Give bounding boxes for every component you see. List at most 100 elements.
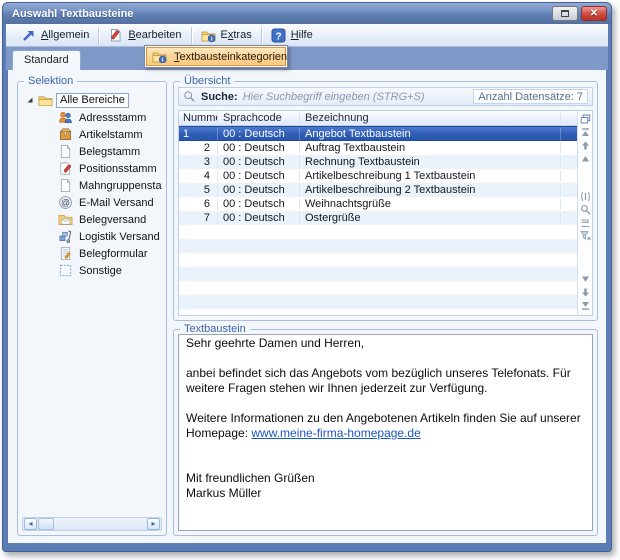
table-row[interactable]: 6 00 : Deutsch Weihnachtsgrüße	[179, 197, 577, 211]
svg-text:@: @	[61, 198, 70, 208]
table-header-row: Nummer Sprachcode Bezeichnung	[179, 111, 577, 126]
tree-item-belegformular[interactable]: Belegformular	[22, 245, 162, 262]
menubar: Allgemein Bearbeiten Extras ? Hilfe	[6, 24, 608, 47]
folder-info-icon	[152, 49, 167, 64]
page-up-icon[interactable]	[580, 140, 591, 151]
tree-item-adressstamm[interactable]: Adressstamm	[22, 109, 162, 126]
tree-item-label: E-Mail Versand	[79, 197, 154, 209]
summary-icon[interactable]	[580, 217, 591, 228]
email-at-icon: @	[58, 195, 73, 210]
handtruck-icon	[58, 229, 73, 244]
paragraph-1: anbei befindet sich das Angebots vom bez…	[186, 366, 585, 396]
empty-row	[179, 309, 577, 315]
expander-icon[interactable]	[26, 96, 35, 105]
menu-extras[interactable]: Extras	[192, 26, 261, 45]
record-count-badge: Anzahl Datensätze: 7	[473, 89, 588, 104]
selektion-group-title: Selektion	[24, 75, 77, 87]
close-button[interactable]: ✕	[581, 6, 607, 21]
copy-rows-icon[interactable]	[580, 114, 591, 125]
document-icon	[58, 144, 73, 159]
tree-item-email-versand[interactable]: @ E-Mail Versand	[22, 194, 162, 211]
tree-item-label: Artikelstamm	[79, 129, 143, 141]
empty-row	[179, 281, 577, 295]
column-header-nummer[interactable]: Nummer	[179, 111, 218, 125]
folder-icon	[38, 93, 53, 108]
scrollbar-thumb[interactable]	[38, 518, 54, 530]
fit-columns-icon[interactable]	[580, 191, 591, 202]
app-window: Auswahl Textbausteine ✕ Allgemein Bearbe…	[2, 2, 612, 552]
paragraph-2: Weitere Informationen zu den Angebotenen…	[186, 411, 585, 441]
arrow-up-right-icon	[21, 28, 36, 43]
tree-item-label: Belegformular	[79, 248, 147, 260]
tabstrip: Standard	[6, 47, 608, 70]
table-row[interactable]: 1 00 : Deutsch Angebot Textbaustein	[179, 126, 577, 141]
tree-item-label: Logistik Versand	[79, 231, 160, 243]
tree-item-artikelstamm[interactable]: Artikelstamm	[22, 126, 162, 143]
empty-row	[179, 225, 577, 239]
menu-hilfe[interactable]: ? Hilfe	[262, 26, 322, 45]
tree-item-mahngruppenstamm[interactable]: Mahngruppenstamm	[22, 177, 162, 194]
tree-item-belegversand[interactable]: Belegversand	[22, 211, 162, 228]
filter-icon[interactable]	[580, 230, 591, 241]
column-header-bezeichnung[interactable]: Bezeichnung	[300, 111, 561, 125]
bereich-tree: Alle Bereiche Adressstamm Artikelstamm	[22, 92, 162, 513]
closing-line-2: Markus Müller	[186, 486, 585, 501]
scroll-left-button[interactable]: ◂	[24, 518, 37, 530]
search-label: Suche:	[201, 91, 238, 103]
empty-row	[179, 267, 577, 281]
empty-row	[179, 253, 577, 267]
table-row[interactable]: 3 00 : Deutsch Rechnung Textbaustein	[179, 155, 577, 169]
tree-item-label: Mahngruppenstamm	[79, 180, 162, 192]
window-title: Auswahl Textbausteine	[12, 8, 549, 20]
textbaustein-content[interactable]: Sehr geehrte Damen und Herren, anbei bef…	[178, 334, 593, 531]
svg-text:?: ?	[275, 31, 281, 42]
search-input[interactable]: Hier Suchbegriff eingeben (STRG+S)	[243, 91, 425, 103]
textbaustein-table: Nummer Sprachcode Bezeichnung 1 00 : Deu…	[178, 110, 593, 316]
tree-item-logistik-versand[interactable]: Logistik Versand	[22, 228, 162, 245]
table-row[interactable]: 4 00 : Deutsch Artikelbeschreibung 1 Tex…	[179, 169, 577, 183]
menu-bearbeiten[interactable]: Bearbeiten	[99, 26, 190, 45]
extras-dropdown-menu: Textbausteinkategorien	[144, 45, 288, 68]
scroll-right-button[interactable]: ▸	[147, 518, 160, 530]
help-icon: ?	[271, 28, 286, 43]
tab-page-standard: Selektion Alle Bereiche Adressstamm	[8, 70, 606, 543]
table-row[interactable]: 2 00 : Deutsch Auftrag Textbaustein	[179, 141, 577, 155]
next-row-icon[interactable]	[580, 274, 591, 285]
tree-item-positionsstamm[interactable]: Positionsstamm	[22, 160, 162, 177]
folder-mail-icon	[58, 212, 73, 227]
last-row-icon[interactable]	[580, 300, 591, 311]
tree-item-alle-bereiche[interactable]: Alle Bereiche	[22, 92, 162, 109]
column-header-sprachcode[interactable]: Sprachcode	[218, 111, 300, 125]
empty-row	[179, 239, 577, 253]
page-down-icon[interactable]	[580, 287, 591, 298]
restore-button[interactable]	[552, 6, 578, 21]
contacts-icon	[58, 110, 73, 125]
dashed-box-icon	[58, 263, 73, 278]
tree-item-label: Belegstamm	[79, 146, 140, 158]
zoom-icon[interactable]	[580, 204, 591, 215]
first-row-icon[interactable]	[580, 127, 591, 138]
search-bar[interactable]: Suche: Hier Suchbegriff eingeben (STRG+S…	[178, 87, 593, 106]
prev-row-icon[interactable]	[580, 153, 591, 164]
close-icon: ✕	[590, 9, 598, 19]
uebersicht-group-title: Übersicht	[180, 75, 234, 87]
tree-item-sonstige[interactable]: Sonstige	[22, 262, 162, 279]
table-row[interactable]: 7 00 : Deutsch Ostergrüße	[179, 211, 577, 225]
selektion-groupbox: Selektion Alle Bereiche Adressstamm	[17, 81, 167, 536]
edit-page-icon	[108, 28, 123, 43]
tree-item-label: Alle Bereiche	[56, 93, 129, 108]
homepage-link[interactable]: www.meine-firma-homepage.de	[251, 426, 420, 440]
tab-standard[interactable]: Standard	[12, 50, 81, 70]
tree-horizontal-scrollbar[interactable]: ◂ ▸	[22, 517, 162, 531]
menu-allgemein[interactable]: Allgemein	[12, 26, 98, 45]
package-icon	[58, 127, 73, 142]
greeting-line: Sehr geehrte Damen und Herren,	[186, 336, 585, 351]
textbaustein-groupbox: Textbaustein Sehr geehrte Damen und Herr…	[173, 329, 598, 536]
folder-info-icon	[201, 28, 216, 43]
tree-item-label: Adressstamm	[79, 112, 146, 124]
titlebar[interactable]: Auswahl Textbausteine ✕	[3, 3, 611, 24]
table-row[interactable]: 5 00 : Deutsch Artikelbeschreibung 2 Tex…	[179, 183, 577, 197]
menu-item-textbausteinkategorien[interactable]: Textbausteinkategorien	[146, 47, 286, 66]
restore-icon	[561, 10, 569, 17]
tree-item-belegstamm[interactable]: Belegstamm	[22, 143, 162, 160]
